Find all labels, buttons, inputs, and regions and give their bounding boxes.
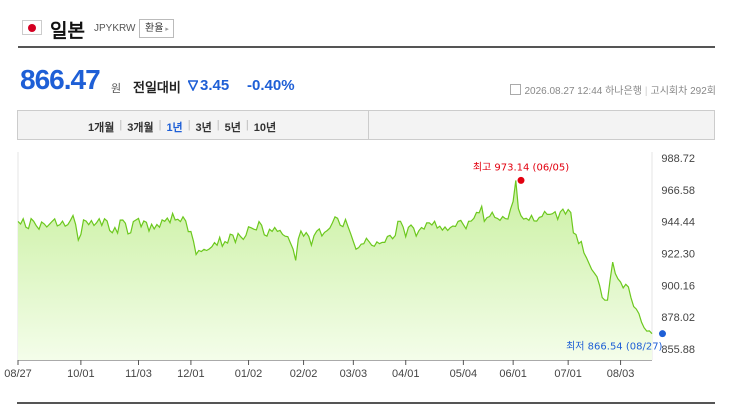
x-tick-label: 05/04 [450,368,478,380]
x-tick-label: 08/27 [4,368,32,380]
x-tick-label: 08/03 [607,368,635,380]
x-tick-label: 10/01 [67,368,95,380]
y-tick-label: 922.30 [661,249,695,261]
x-tick-label: 12/01 [177,368,205,380]
high-marker [517,176,525,184]
x-tick-label: 03/03 [340,368,368,380]
x-tick-label: 06/01 [499,368,527,380]
high-label: 최고 973.14 (06/05) [473,161,569,173]
y-tick-label: 900.16 [661,280,695,292]
low-marker [658,330,666,338]
low-label: 최저 866.54 (08/27) [566,341,662,353]
x-tick-label: 01/02 [235,368,263,380]
y-tick-label: 855.88 [661,344,695,356]
x-tick-label: 07/01 [554,368,582,380]
x-tick-label: 04/01 [392,368,420,380]
y-tick-label: 988.72 [661,153,695,165]
x-tick-label: 11/03 [125,368,152,380]
x-tick-label: 02/02 [290,368,318,380]
chart-area-fill [18,180,652,360]
y-tick-label: 944.44 [661,217,695,229]
exchange-rate-chart: 988.72 966.58 944.44 922.30 900.16 878.02 855.… [4,152,695,380]
y-tick-label: 878.02 [661,312,695,324]
y-tick-label: 966.58 [661,185,695,197]
bottom-divider [17,402,715,404]
